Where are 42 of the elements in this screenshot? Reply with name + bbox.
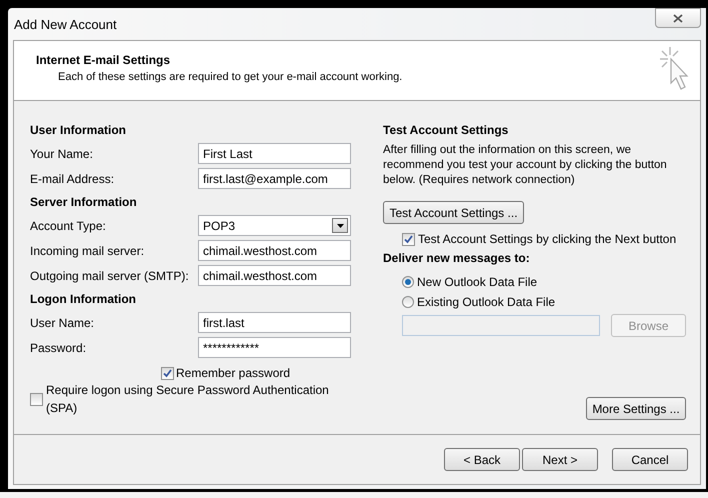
- checkbox[interactable]: [402, 232, 415, 246]
- field-label: Incoming mail server:: [30, 242, 144, 260]
- input-field[interactable]: first.last@example.com: [198, 168, 351, 189]
- section-heading: Deliver new messages to:: [383, 250, 531, 267]
- wizard-button[interactable]: Cancel: [612, 448, 688, 471]
- input-field[interactable]: chimail.westhost.com: [198, 240, 351, 261]
- check-icon: [404, 234, 413, 244]
- section-heading: Server Information: [30, 194, 138, 211]
- checkbox[interactable]: [30, 392, 43, 406]
- section-heading: Logon Information: [30, 291, 137, 308]
- field-label: Account Type:: [30, 218, 106, 234]
- checkbox-label: Require logon using Secure Password Authentication (SPA): [46, 382, 330, 417]
- more-settings-button[interactable]: More Settings ...: [586, 397, 686, 420]
- radio-button[interactable]: [402, 276, 414, 288]
- check-icon: [163, 368, 172, 378]
- input-field[interactable]: first.last: [198, 312, 351, 333]
- field-label: Password:: [30, 340, 86, 356]
- header-subtitle: Each of these settings are required to get your e-mail account working.: [57, 70, 402, 85]
- checkbox-label: Test Account Settings by clicking the Next button: [418, 231, 676, 248]
- checkbox-label: Remember password: [176, 365, 290, 382]
- close-icon: [673, 14, 683, 22]
- field-label: User Name:: [30, 314, 94, 332]
- test-account-button[interactable]: Test Account Settings ...: [383, 201, 524, 224]
- radio-button[interactable]: [402, 296, 414, 308]
- password-field[interactable]: ************: [198, 337, 351, 358]
- radio-label: New Outlook Data File: [417, 274, 538, 291]
- input-field[interactable]: First Last: [198, 143, 351, 164]
- wizard-button[interactable]: < Back: [444, 448, 520, 471]
- field-label: Your Name:: [30, 146, 93, 162]
- field-label: Outgoing mail server (SMTP):: [30, 268, 189, 284]
- input-field[interactable]: chimail.westhost.com: [198, 265, 351, 286]
- section-heading: Test Account Settings: [383, 122, 510, 139]
- section-heading: User Information: [30, 122, 128, 139]
- radio-label: Existing Outlook Data File: [417, 294, 556, 311]
- field-label: E-mail Address:: [30, 170, 114, 188]
- window-title: Add New Account: [14, 16, 117, 34]
- wizard-button[interactable]: Next >: [522, 448, 598, 471]
- checkbox[interactable]: [161, 366, 174, 380]
- close-button[interactable]: [655, 8, 701, 28]
- description-text: After filling out the information on this screen, we recommend you test your account by clicking the button below. (Requires network connection): [383, 143, 668, 188]
- dropdown-field[interactable]: POP3: [198, 215, 351, 236]
- header-title: Internet E-mail Settings: [36, 52, 172, 69]
